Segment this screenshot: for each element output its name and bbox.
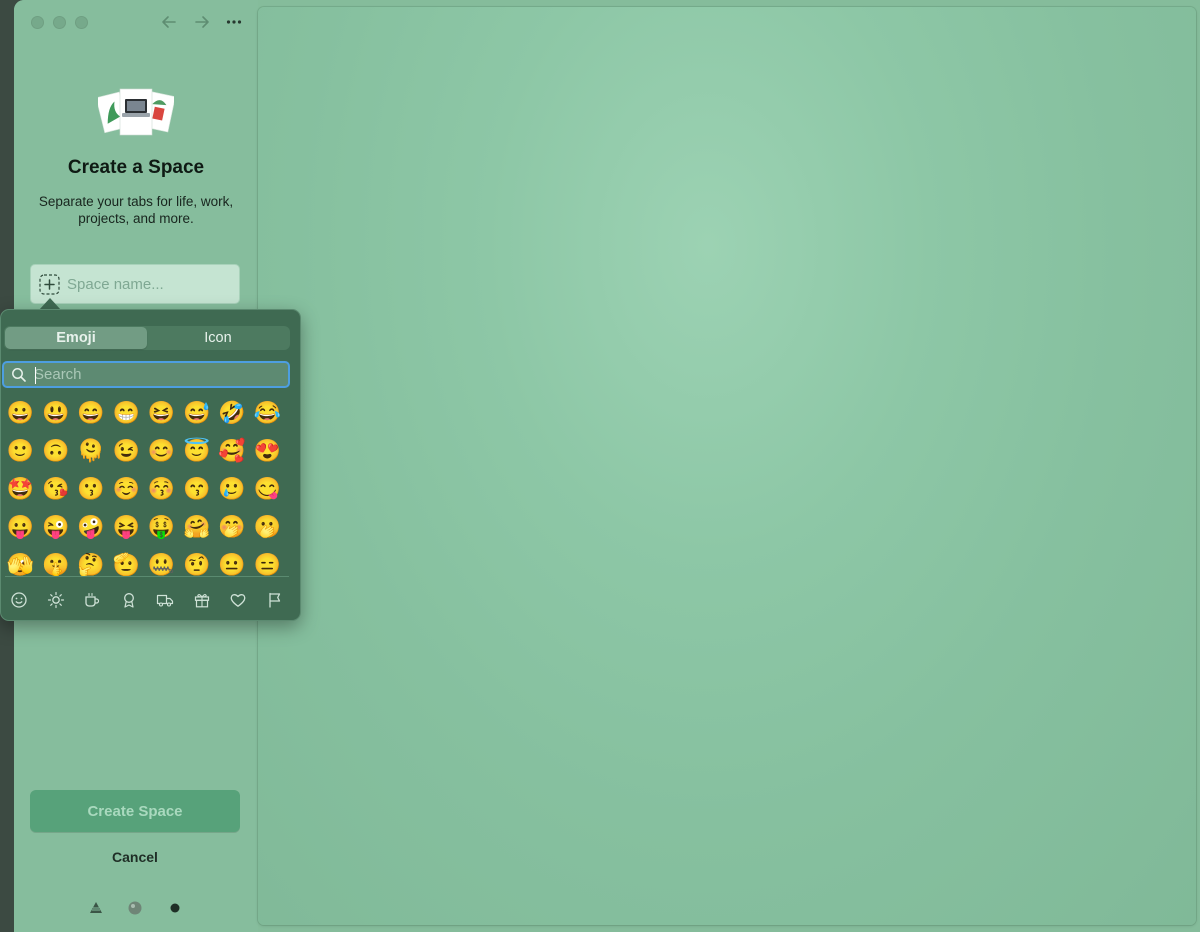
text-caret [35,367,36,384]
emoji-cell[interactable]: 😝 [109,508,144,546]
back-button[interactable] [158,11,180,33]
emoji-cell[interactable]: 🤣 [215,394,250,432]
emoji-cell[interactable]: 😙 [179,470,214,508]
sun-icon [47,591,64,609]
ellipsis-icon [226,20,242,24]
picker-segmented-control: Emoji Icon [4,326,290,350]
minimize-window-button[interactable] [53,16,66,29]
category-travel[interactable] [154,589,176,611]
emoji-cell[interactable]: 😇 [179,432,214,470]
page-title: Create a Space [67,157,205,178]
search-icon [12,368,26,382]
emoji-cell[interactable]: 🥲 [215,470,250,508]
spaces-illustration [98,88,174,136]
emoji-cell[interactable]: 😋 [250,470,285,508]
emoji-cell[interactable]: 🤫 [38,546,73,584]
emoji-cell[interactable]: 😚 [144,470,179,508]
add-emoji-icon[interactable] [39,274,60,295]
emoji-cell[interactable]: 🤪 [74,508,109,546]
emoji-cell[interactable]: 🙂 [3,432,38,470]
emoji-row: 😛 😜 🤪 😝 🤑 🤗 🤭 🫢 [3,508,285,546]
space-dot-icon[interactable] [127,900,143,916]
emoji-row: 😀 😃 😄 😁 😆 😅 🤣 😂 [3,394,285,432]
library-icon[interactable] [88,900,104,916]
emoji-search-field[interactable] [2,361,290,388]
award-ribbon-icon [123,593,134,608]
emoji-cell[interactable]: 🫢 [250,508,285,546]
emoji-cell[interactable]: 😆 [144,394,179,432]
emoji-grid: 😀 😃 😄 😁 😆 😅 🤣 😂 🙂 🙃 🫠 😉 😊 😇 🥰 😍 🤩 😘 😗 ☺️ [3,394,285,584]
emoji-cell[interactable]: 🤗 [179,508,214,546]
emoji-cell[interactable]: 😘 [38,470,73,508]
emoji-cell[interactable]: 😅 [179,394,214,432]
emoji-row: 🙂 🙃 🫠 😉 😊 😇 🥰 😍 [3,432,285,470]
emoji-cell[interactable]: 😜 [38,508,73,546]
heart-icon [230,594,246,607]
emoji-cell[interactable]: 🙃 [38,432,73,470]
close-window-button[interactable] [31,16,44,29]
page-subtitle: Separate your tabs for life, work, proje… [38,194,234,226]
create-space-button[interactable]: Create Space [30,790,240,832]
category-nature[interactable] [45,589,67,611]
emoji-cell[interactable]: 🫠 [74,432,109,470]
category-activity[interactable] [118,589,140,611]
emoji-cell[interactable]: 🫡 [109,546,144,584]
emoji-cell[interactable]: 🤨 [179,546,214,584]
category-divider [5,576,289,577]
emoji-picker-popover: Emoji Icon 😀 😃 😄 😁 😆 😅 🤣 😂 🙂 🙃 🫠 😉 😊 [0,309,301,621]
emoji-cell[interactable]: 😍 [250,432,285,470]
emoji-cell[interactable]: 😁 [109,394,144,432]
emoji-cell[interactable]: ☺️ [109,470,144,508]
arrow-left-icon [162,16,176,28]
category-symbols[interactable] [227,589,249,611]
forward-button[interactable] [191,11,213,33]
emoji-cell[interactable]: 😉 [109,432,144,470]
emoji-cell[interactable]: 😗 [74,470,109,508]
emoji-cell[interactable]: 🤑 [144,508,179,546]
more-options-button[interactable] [223,11,245,33]
content-area [258,7,1196,925]
arrow-right-icon [195,16,209,28]
emoji-cell[interactable]: 😑 [250,546,285,584]
tab-emoji[interactable]: Emoji [5,327,147,349]
emoji-category-bar [5,589,289,611]
emoji-cell[interactable]: 😊 [144,432,179,470]
emoji-cell[interactable]: 🤐 [144,546,179,584]
emoji-cell[interactable]: 😛 [3,508,38,546]
emoji-cell[interactable]: 🫣 [3,546,38,584]
emoji-row: 🤩 😘 😗 ☺️ 😚 😙 🥲 😋 [3,470,285,508]
cancel-button[interactable]: Cancel [30,846,240,868]
category-objects[interactable] [191,589,213,611]
emoji-cell[interactable]: 🥰 [215,432,250,470]
smiley-icon [11,592,27,608]
emoji-row: 🫣 🤫 🤔 🫡 🤐 🤨 😐 😑 [3,546,285,584]
emoji-cell[interactable]: 😐 [215,546,250,584]
category-food[interactable] [81,589,103,611]
category-smileys[interactable] [8,589,30,611]
zoom-window-button[interactable] [75,16,88,29]
emoji-search-input[interactable] [34,364,274,385]
emoji-cell[interactable]: 🤩 [3,470,38,508]
tab-icon[interactable]: Icon [147,327,289,349]
emoji-cell[interactable]: 😄 [74,394,109,432]
coffee-cup-icon [85,592,100,607]
space-name-field[interactable] [30,264,240,304]
flag-icon [269,592,281,608]
emoji-cell[interactable]: 😂 [250,394,285,432]
space-name-input[interactable] [67,265,235,303]
truck-icon [157,594,174,607]
gift-icon [194,593,209,608]
emoji-cell[interactable]: 😀 [3,394,38,432]
current-space-dot-icon[interactable] [169,900,181,916]
category-flags[interactable] [264,589,286,611]
emoji-cell[interactable]: 🤭 [215,508,250,546]
emoji-cell[interactable]: 🤔 [74,546,109,584]
emoji-cell[interactable]: 😃 [38,394,73,432]
